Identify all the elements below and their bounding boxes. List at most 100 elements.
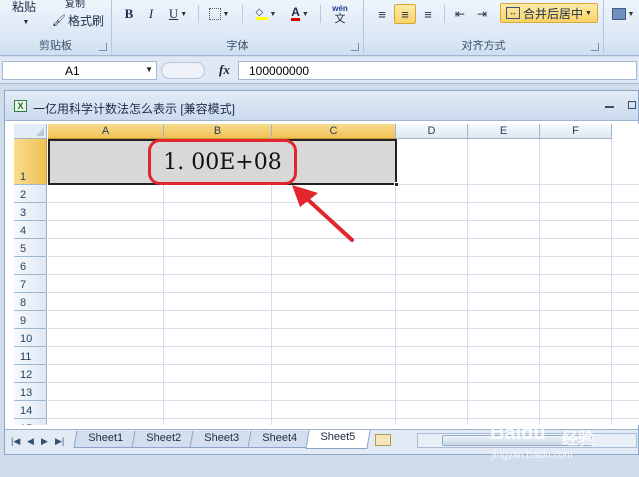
chevron-down-icon: ▼ xyxy=(627,10,635,18)
sheet-tab-sheet5[interactable]: Sheet5 xyxy=(305,430,371,449)
row-header-10[interactable]: 10 xyxy=(14,329,47,347)
decrease-indent-icon: ⇤ xyxy=(454,7,466,21)
row-gridline xyxy=(48,400,639,401)
column-header-e[interactable]: E xyxy=(468,124,540,139)
paste-dropdown[interactable]: ▼ xyxy=(20,12,32,32)
align-center-button[interactable]: ≡ xyxy=(394,4,416,24)
separator xyxy=(242,5,243,23)
row-header-15[interactable]: 15 xyxy=(14,419,47,425)
format-painter-button[interactable]: 🖌 格式刷 xyxy=(48,10,108,30)
row-gridline xyxy=(48,382,639,383)
font-group-label: 字体 xyxy=(226,40,249,52)
row-header-9[interactable]: 9 xyxy=(14,311,47,329)
align-center-icon: ≡ xyxy=(401,6,409,22)
sheet-tab-label: Sheet4 xyxy=(262,432,298,444)
row-header-8[interactable]: 8 xyxy=(14,293,47,311)
copy-label: 复制 xyxy=(65,0,85,10)
watermark-text: 经验 xyxy=(562,431,595,448)
row-header-2[interactable]: 2 xyxy=(14,185,47,203)
insert-function-icon[interactable]: fx xyxy=(219,62,230,78)
alignment-launcher-icon[interactable] xyxy=(591,43,599,51)
insert-sheet-icon[interactable] xyxy=(375,434,391,446)
formula-input[interactable]: 100000000 xyxy=(238,61,637,80)
column-header-f[interactable]: F xyxy=(540,124,612,139)
formula-buttons[interactable] xyxy=(161,62,205,79)
sheet-tab-sheet2[interactable]: Sheet2 xyxy=(131,431,195,448)
ribbon: 粘贴 ▼ 复制 🖌 格式刷 剪贴板 B I U ▼ ▼ ◇ ▼ A ▼ wén 文 字… xyxy=(0,0,639,56)
first-sheet-icon[interactable]: |◀ xyxy=(11,436,20,447)
row-header-11[interactable]: 11 xyxy=(14,347,47,365)
spreadsheet-grid[interactable]: ABCDEF 123456789101112131415 1. 00E+08 xyxy=(14,124,639,425)
chevron-down-icon: ▼ xyxy=(585,9,592,17)
number-format-button[interactable]: ▼ xyxy=(610,4,636,24)
column-header-d[interactable]: D xyxy=(396,124,468,139)
fill-color-button[interactable]: ◇ ▼ xyxy=(250,4,282,24)
font-color-button[interactable]: A ▼ xyxy=(284,4,316,24)
highlight-outline xyxy=(148,139,297,185)
row-gridline xyxy=(48,364,639,365)
format-painter-label: 格式刷 xyxy=(67,13,104,28)
chevron-down-icon: ▼ xyxy=(180,10,188,18)
row-header-4[interactable]: 4 xyxy=(14,221,47,239)
align-right-button[interactable]: ≡ xyxy=(418,4,438,24)
restore-icon[interactable] xyxy=(628,101,636,109)
row-header-13[interactable]: 13 xyxy=(14,383,47,401)
column-header-c[interactable]: C xyxy=(272,124,396,139)
italic-button[interactable]: I xyxy=(142,4,160,24)
last-sheet-icon[interactable]: ▶| xyxy=(55,436,64,447)
phonetic-button[interactable]: wén 文 xyxy=(326,2,354,26)
sheet-tab-sheet3[interactable]: Sheet3 xyxy=(189,431,253,448)
align-left-button[interactable]: ≡ xyxy=(372,4,392,24)
sheet-tab-label: Sheet3 xyxy=(204,432,240,444)
minimize-icon[interactable] xyxy=(605,106,614,108)
font-group: B I U ▼ ▼ ◇ ▼ A ▼ wén 文 字体 xyxy=(112,0,364,56)
workbook-window: X 一亿用科学计数法怎么表示 [兼容模式] ABCDEF 1 2 3 4 5 6 7 8 9 10… xyxy=(4,90,639,455)
borders-button[interactable]: ▼ xyxy=(204,4,234,24)
chevron-down-icon: ▼ xyxy=(269,10,277,18)
decrease-indent-button[interactable]: ⇤ xyxy=(450,4,470,24)
next-sheet-icon[interactable]: ▶ xyxy=(41,436,48,447)
row-gridline xyxy=(48,238,639,239)
workbook-title-bar: X 一亿用科学计数法怎么表示 [兼容模式] xyxy=(5,91,638,121)
sheet-tab-sheet1[interactable]: Sheet1 xyxy=(73,431,137,448)
watermark-logo: Baidu xyxy=(490,422,546,444)
clipboard-group: 粘贴 ▼ 复制 🖌 格式刷 剪贴板 xyxy=(0,0,112,56)
underline-button[interactable]: U ▼ xyxy=(164,4,192,24)
row-header-12[interactable]: 12 xyxy=(14,365,47,383)
chevron-down-icon[interactable]: ▼ xyxy=(145,65,153,74)
row-header-14[interactable]: 14 xyxy=(14,401,47,419)
sheet-tab-sheet4[interactable]: Sheet4 xyxy=(247,431,311,448)
align-left-icon: ≡ xyxy=(378,6,386,22)
increase-indent-button[interactable]: ⇥ xyxy=(472,4,492,24)
select-all-button[interactable] xyxy=(14,124,47,139)
row-gridline xyxy=(48,274,639,275)
row-header-6[interactable]: 6 xyxy=(14,257,47,275)
column-header-b[interactable]: B xyxy=(164,124,272,139)
merge-center-button[interactable]: ↔ 合并后居中 ▼ xyxy=(500,3,598,23)
paint-bucket-icon: ◇ xyxy=(255,8,268,20)
fill-handle[interactable] xyxy=(394,182,399,187)
align-right-icon: ≡ xyxy=(424,6,432,22)
bold-button[interactable]: B xyxy=(120,4,138,24)
underline-label: U xyxy=(168,6,179,21)
prev-sheet-icon[interactable]: ◀ xyxy=(27,436,34,447)
name-box[interactable]: A1 ▼ xyxy=(2,61,157,80)
brush-icon: 🖌 xyxy=(52,14,66,27)
row-gridline xyxy=(48,256,639,257)
row-gridline xyxy=(48,310,639,311)
row-header-5[interactable]: 5 xyxy=(14,239,47,257)
row-header-3[interactable]: 3 xyxy=(14,203,47,221)
merge-cells-icon: ↔ xyxy=(506,7,521,19)
separator xyxy=(444,5,445,23)
excel-icon: X xyxy=(14,100,27,112)
clipboard-group-label: 剪贴板 xyxy=(39,40,72,52)
row-header-7[interactable]: 7 xyxy=(14,275,47,293)
column-header-a[interactable]: A xyxy=(48,124,164,139)
row-gridline xyxy=(48,346,639,347)
sheet-tab-label: Sheet5 xyxy=(320,431,356,443)
increase-indent-icon: ⇥ xyxy=(476,7,488,21)
row-header-1[interactable]: 1 xyxy=(14,139,47,185)
italic-label: I xyxy=(148,6,154,21)
font-launcher-icon[interactable] xyxy=(351,43,359,51)
clipboard-launcher-icon[interactable] xyxy=(99,43,107,51)
